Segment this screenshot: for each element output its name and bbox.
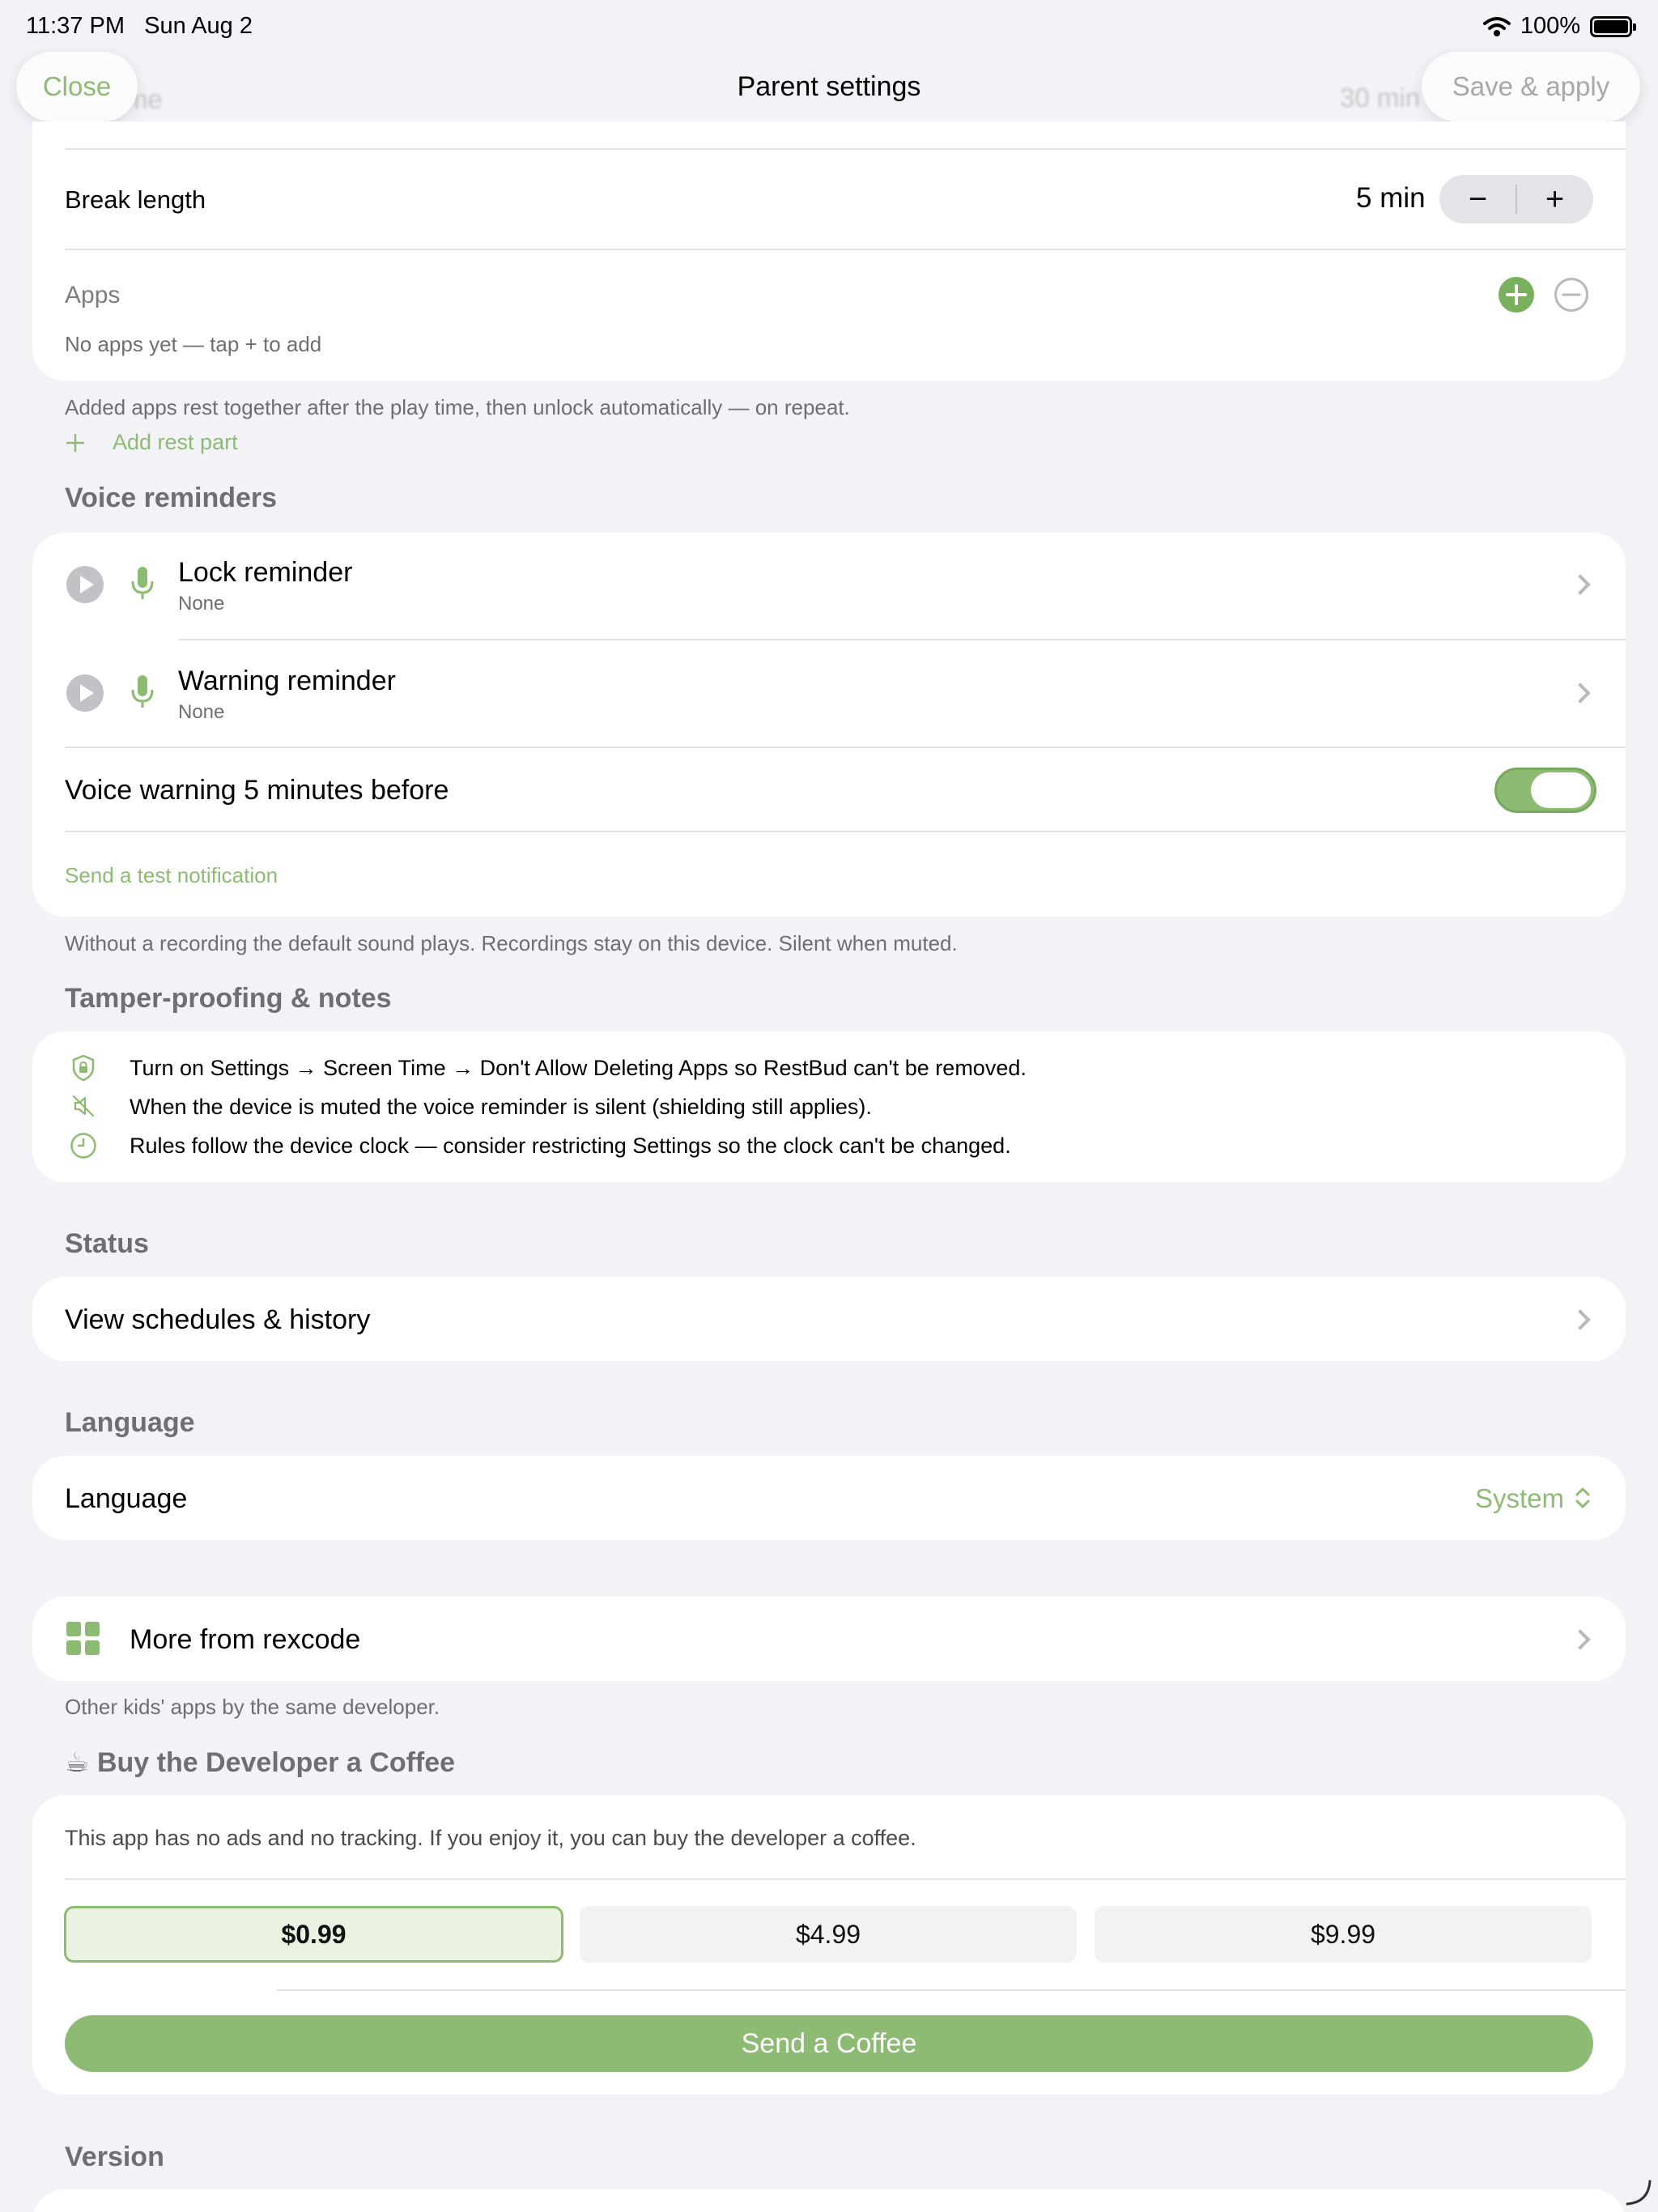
coffee-title: Buy the Developer a Coffee (96, 1747, 456, 1778)
apps-label: Apps (65, 282, 121, 308)
coffee-description: This app has no ads and no tracking. If … (65, 1826, 916, 1850)
version-card (32, 2189, 1626, 2212)
clock-icon (70, 1133, 96, 1159)
tamper-tip-text: Rules follow the device clock — consider… (130, 1134, 1011, 1158)
price-option[interactable]: $9.99 (1095, 1906, 1592, 1963)
status-section-title: Status (65, 1228, 149, 1259)
play-lock-reminder-button[interactable] (66, 566, 104, 603)
coffee-section-title: ☕ Buy the Developer a Coffee (65, 1746, 455, 1779)
break-length-value: 5 min (1356, 182, 1426, 214)
divider (65, 831, 1626, 832)
wifi-icon (1482, 16, 1511, 36)
lock-reminder-value: None (178, 593, 225, 615)
divider (65, 1878, 1626, 1880)
save-apply-button[interactable]: Save & apply (1422, 52, 1640, 121)
version-section-title: Version (65, 2142, 164, 2172)
shield-lock-icon (72, 1054, 95, 1082)
page-title: Parent settings (737, 71, 921, 102)
battery-icon (1590, 15, 1636, 37)
chevron-up-down-icon[interactable] (1574, 1485, 1592, 1511)
add-rest-part-button[interactable]: Add rest part (113, 430, 238, 455)
clock-date: Sun Aug 2 (144, 13, 253, 39)
stepper-divider (1516, 185, 1517, 214)
status-bar: 11:37 PM Sun Aug 2 100% (0, 0, 1658, 52)
send-coffee-button[interactable]: Send a Coffee (65, 2015, 1593, 2072)
status-time: 11:37 PM Sun Aug 2 (26, 13, 253, 40)
tamper-section-title: Tamper-proofing & notes (65, 983, 392, 1014)
voice-section-title: Voice reminders (65, 483, 278, 513)
view-schedules-row[interactable]: View schedules & history (65, 1304, 370, 1336)
rest-footnote: Added apps rest together after the play … (65, 395, 850, 419)
warning-reminder-title: Warning reminder (178, 666, 396, 696)
divider (65, 747, 1626, 748)
microphone-icon[interactable] (130, 565, 155, 602)
battery-percent: 100% (1520, 13, 1580, 39)
decrement-button[interactable]: − (1439, 175, 1516, 223)
more-footnote: Other kids' apps by the same developer. (65, 1695, 440, 1719)
add-app-icon[interactable] (1499, 277, 1534, 313)
divider (277, 1989, 1626, 1991)
language-label: Language (65, 1483, 188, 1514)
plus-icon (66, 433, 85, 453)
language-picker[interactable]: System (1475, 1483, 1564, 1514)
tamper-tip-text: Turn on Settings → Screen Time → Don't A… (130, 1056, 1027, 1080)
tamper-tip-text: When the device is muted the voice remin… (130, 1095, 872, 1119)
voice-footnote: Without a recording the default sound pl… (65, 931, 958, 955)
warning-reminder-value: None (178, 701, 225, 723)
language-card (32, 1456, 1626, 1540)
play-warning-reminder-button[interactable] (66, 674, 104, 712)
lock-reminder-title: Lock reminder (178, 557, 353, 588)
increment-button[interactable]: + (1516, 175, 1593, 223)
divider (65, 148, 1626, 150)
more-from-rexcode-row[interactable]: More from rexcode (130, 1624, 360, 1656)
coffee-emoji: ☕ (65, 1747, 90, 1778)
microphone-icon[interactable] (130, 674, 155, 711)
voice-warning-label: Voice warning 5 minutes before (65, 775, 449, 806)
break-length-stepper: − + (1439, 175, 1593, 223)
price-option-selected[interactable]: $0.99 (64, 1906, 563, 1963)
resize-grip-icon[interactable] (1624, 2178, 1653, 2207)
break-length-label: Break length (65, 185, 206, 214)
price-option[interactable]: $4.99 (580, 1906, 1077, 1963)
remove-app-icon[interactable] (1554, 277, 1589, 313)
speaker-muted-icon (72, 1095, 95, 1117)
app-grid-icon (66, 1622, 100, 1655)
voice-warning-toggle[interactable] (1494, 768, 1596, 813)
divider (65, 249, 1626, 250)
send-test-notification-link[interactable]: Send a test notification (65, 863, 278, 888)
language-section-title: Language (65, 1407, 195, 1438)
apps-empty-text: No apps yet — tap + to add (65, 332, 322, 356)
clock-time: 11:37 PM (26, 13, 125, 39)
voice-card (32, 533, 1626, 917)
nav-bar: me 30 min Close Parent settings Save & a… (0, 49, 1658, 130)
divider (178, 639, 1626, 640)
